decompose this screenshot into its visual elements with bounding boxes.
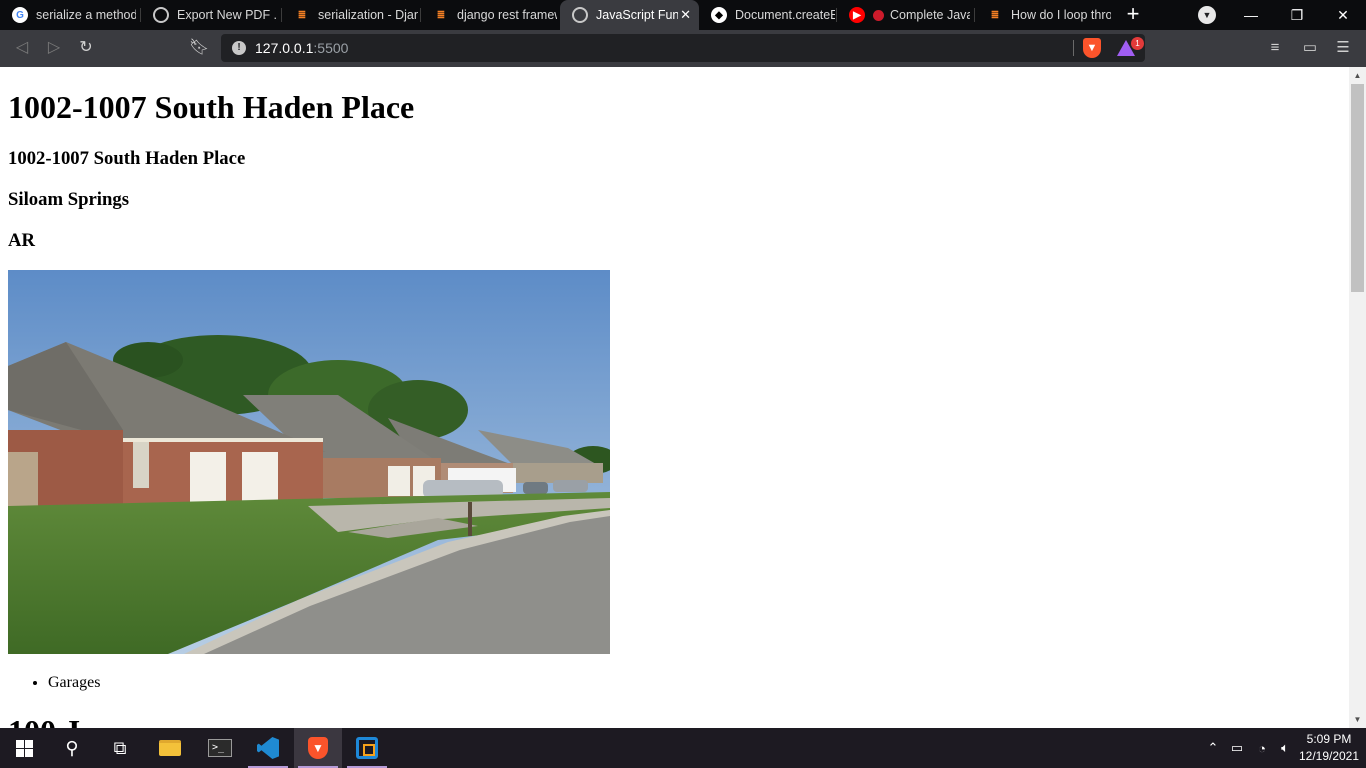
close-tab-icon[interactable]: ✕: [680, 7, 691, 23]
scroll-down-icon[interactable]: ▼: [1349, 711, 1366, 728]
wifi-icon[interactable]: ◔: [1250, 728, 1274, 768]
tab-export-pdf[interactable]: Export New PDF .pc: [141, 0, 282, 30]
folder-icon: [159, 740, 181, 756]
vscode-icon: [257, 737, 279, 759]
globe-icon: [572, 7, 588, 23]
reload-icon[interactable]: ↻: [74, 37, 98, 59]
file-explorer-button[interactable]: [146, 728, 194, 768]
recording-indicator-icon: [873, 9, 884, 21]
stackoverflow-icon: ≣: [297, 9, 307, 21]
address-bar[interactable]: ! 127.0.0.1:5500 ▼ 1: [221, 34, 1145, 62]
page-scrollbar[interactable]: ▲ ▼: [1349, 67, 1366, 728]
tab-title: serialize a method i: [36, 8, 136, 22]
listing-city: Siloam Springs: [8, 189, 129, 210]
browser-toolbar: ◁ ▷ ↻ 🔖︎ ! 127.0.0.1:5500 ▼ 1 ≡ ▭ ☰: [0, 30, 1366, 67]
stackoverflow-icon: ≣: [990, 9, 1000, 21]
amenities-list: Garages: [48, 673, 100, 693]
clock-time: 5:09 PM: [1306, 732, 1352, 746]
windows-logo-icon: [15, 739, 33, 757]
brave-icon: ▼: [308, 737, 328, 759]
list-item: Garages: [48, 673, 100, 693]
tab-strip: G serialize a method i Export New PDF .p…: [0, 0, 1366, 30]
listing-state: AR: [8, 230, 35, 251]
battery-icon[interactable]: ▭: [1225, 728, 1249, 768]
search-icon: ⚲: [65, 737, 79, 758]
wallet-icon[interactable]: ▭: [1299, 37, 1321, 59]
next-listing-title: 100 J: [8, 713, 80, 728]
scroll-thumb[interactable]: [1351, 84, 1364, 292]
rewards-badge: 1: [1131, 37, 1144, 50]
system-clock[interactable]: 5:09 PM 12/19/2021: [1296, 731, 1362, 765]
volume-icon[interactable]: 🔈︎: [1273, 728, 1297, 768]
google-icon: G: [12, 7, 28, 23]
mdn-icon: ◆: [711, 7, 727, 23]
restore-icon[interactable]: ❐: [1274, 0, 1320, 30]
tab-complete-javascript[interactable]: ▶ Complete JavaS: [837, 0, 975, 30]
tab-javascript-func[interactable]: JavaScript Func ✕: [560, 0, 699, 30]
tab-title: serialization - Djang: [318, 8, 418, 22]
url-text[interactable]: 127.0.0.1:5500: [255, 40, 348, 56]
globe-icon: [153, 7, 169, 23]
tab-how-do-i-loop[interactable]: ≣ How do I loop thro: [975, 0, 1113, 30]
page-viewport: 1002-1007 South Haden Place 1002-1007 So…: [0, 67, 1366, 728]
listing-title: 1002-1007 South Haden Place: [8, 89, 415, 125]
brave-button[interactable]: ▼: [294, 728, 342, 768]
tab-search-icon[interactable]: ▼: [1198, 6, 1216, 24]
site-info-icon[interactable]: !: [232, 41, 246, 55]
tab-django-rest[interactable]: ≣ django rest framew: [421, 0, 560, 30]
tab-serialize-method[interactable]: G serialize a method i: [0, 0, 141, 30]
close-window-icon[interactable]: ✕: [1320, 0, 1366, 30]
youtube-icon: ▶: [849, 7, 865, 23]
brave-shields-icon[interactable]: ▼: [1083, 38, 1101, 58]
tab-serialization-django[interactable]: ≣ serialization - Djang: [282, 0, 421, 30]
stackoverflow-icon: ≣: [436, 9, 446, 21]
tab-title: Document.createEl: [735, 8, 835, 22]
search-button[interactable]: ⚲: [48, 728, 96, 768]
listing-address: 1002-1007 South Haden Place: [8, 148, 246, 169]
new-tab-button[interactable]: +: [1121, 3, 1145, 27]
tab-title: JavaScript Func: [596, 8, 678, 22]
task-view-icon: ⧉: [113, 737, 127, 758]
menu-icon[interactable]: ☰: [1332, 37, 1354, 59]
virtualbox-button[interactable]: [343, 728, 391, 768]
terminal-icon: >_: [208, 739, 232, 757]
forward-icon[interactable]: ▷: [42, 37, 66, 59]
tab-title: How do I loop thro: [1011, 8, 1111, 22]
tab-title: django rest framew: [457, 8, 557, 22]
tab-title: Complete JavaS: [890, 8, 970, 22]
show-hidden-icons-icon[interactable]: ⌃: [1201, 728, 1225, 768]
virtualbox-icon: [356, 737, 378, 759]
task-view-button[interactable]: ⧉: [96, 728, 144, 768]
media-playlist-icon[interactable]: ≡: [1264, 37, 1286, 59]
windows-taskbar: ⚲ ⧉ >_ ▼ ⌃ ▭ ◔ 🔈︎ 5:09 PM 12/19/2021: [0, 728, 1366, 768]
tab-title: Export New PDF .pc: [177, 8, 277, 22]
tab-document-createelement[interactable]: ◆ Document.createEl: [699, 0, 837, 30]
minimize-icon[interactable]: —: [1228, 0, 1274, 30]
property-photo: [8, 270, 610, 654]
scroll-up-icon[interactable]: ▲: [1349, 67, 1366, 84]
bookmark-icon[interactable]: 🔖︎: [187, 37, 211, 59]
clock-date: 12/19/2021: [1298, 749, 1360, 763]
back-icon[interactable]: ◁: [10, 37, 34, 59]
terminal-button[interactable]: >_: [196, 728, 244, 768]
start-button[interactable]: [0, 728, 48, 768]
vscode-button[interactable]: [244, 728, 292, 768]
